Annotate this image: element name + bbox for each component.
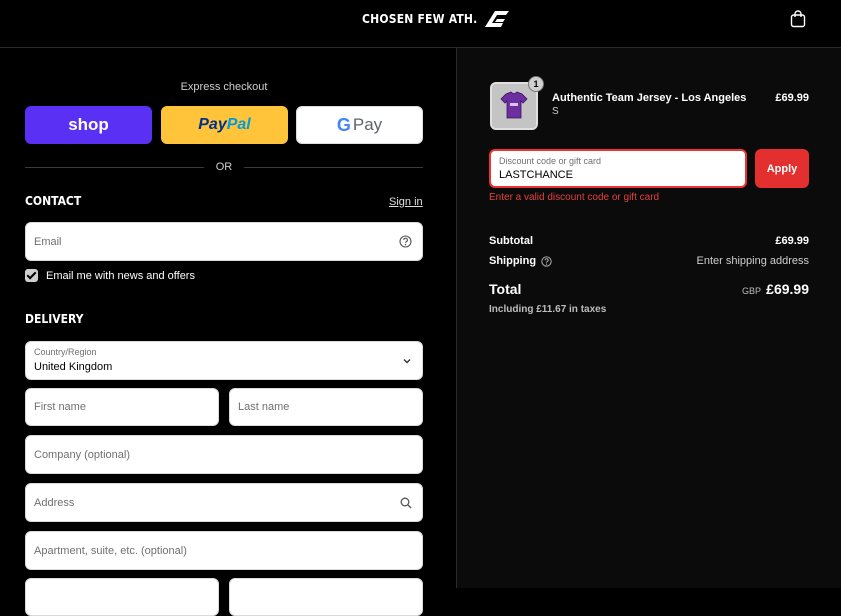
quantity-badge: 1: [528, 76, 544, 92]
shipping-value: Enter shipping address: [696, 255, 809, 267]
help-icon[interactable]: [541, 255, 552, 267]
chevron-down-icon: [403, 359, 411, 364]
city-field[interactable]: [25, 578, 219, 616]
tax-line: Including £11.67 in taxes: [489, 304, 607, 315]
paypal-button[interactable]: Pay Pal: [161, 106, 288, 144]
search-icon: [400, 497, 412, 509]
country-select[interactable]: Country/Region United Kingdom: [25, 341, 423, 380]
email-field[interactable]: Email: [25, 222, 423, 261]
express-checkout-label: Express checkout: [180, 81, 268, 93]
total-label: Total: [489, 281, 522, 297]
subtotal-value: £69.99: [775, 235, 809, 247]
contact-title: CONTACT: [25, 194, 82, 208]
country-value: United Kingdom: [34, 361, 113, 373]
product-variant: S: [552, 106, 559, 117]
first-name-field[interactable]: First name: [25, 388, 219, 426]
apartment-field[interactable]: Apartment, suite, etc. (optional): [25, 531, 423, 570]
divider-line: [25, 166, 204, 168]
company-placeholder: Company (optional): [34, 449, 130, 461]
last-name-field[interactable]: Last name: [229, 388, 423, 426]
address-field[interactable]: Address: [25, 483, 423, 522]
discount-code-field[interactable]: Discount code or gift card LASTCHANCE: [489, 149, 747, 188]
newsletter-checkbox[interactable]: [25, 269, 38, 282]
shopping-bag-icon[interactable]: [790, 10, 806, 28]
sign-in-link[interactable]: Sign in: [389, 196, 423, 208]
shop-pay-button[interactable]: shop: [25, 106, 152, 144]
discount-error: Enter a valid discount code or gift card: [489, 192, 660, 203]
or-divider: OR: [25, 160, 423, 174]
shipping-row-label: Shipping: [489, 255, 552, 267]
address-placeholder: Address: [34, 497, 75, 509]
paypal-label-part1: Pay: [198, 116, 227, 133]
first-name-placeholder: First name: [34, 401, 86, 413]
subtotal-label: Subtotal: [489, 235, 533, 247]
apply-button[interactable]: Apply: [755, 149, 809, 188]
or-text: OR: [215, 161, 233, 173]
discount-value: LASTCHANCE: [499, 169, 573, 181]
total-currency: GBP: [741, 286, 761, 296]
newsletter-label: Email me with news and offers: [46, 269, 195, 282]
brand-name: CHOSEN FEW ATH.: [362, 12, 478, 26]
order-summary: 1 Authentic Team Jersey - Los Angeles S …: [457, 48, 841, 588]
header: CHOSEN FEW ATH.: [0, 0, 841, 48]
apartment-placeholder: Apartment, suite, etc. (optional): [34, 545, 187, 557]
google-pay-button[interactable]: G Pay: [296, 106, 423, 144]
company-field[interactable]: Company (optional): [25, 435, 423, 474]
product-price: £69.99: [775, 92, 809, 104]
help-icon[interactable]: [399, 235, 412, 248]
delivery-title: DELIVERY: [25, 312, 84, 326]
email-placeholder: Email: [34, 236, 62, 248]
shop-pay-label: shop: [68, 115, 109, 134]
newsletter-option[interactable]: Email me with news and offers: [25, 269, 195, 282]
country-label: Country/Region: [34, 347, 97, 357]
google-g-icon: G: [336, 114, 351, 135]
divider-line: [244, 166, 423, 168]
total-value: £69.99: [766, 281, 809, 297]
google-pay-label: Pay: [352, 115, 383, 134]
discount-label: Discount code or gift card: [499, 156, 602, 166]
brand-mark-icon: [485, 11, 510, 27]
postcode-field[interactable]: [229, 578, 423, 616]
brand-logo[interactable]: CHOSEN FEW ATH.: [362, 9, 511, 29]
product-name: Authentic Team Jersey - Los Angeles: [552, 92, 747, 104]
paypal-label-part2: Pal: [226, 116, 251, 133]
checkout-form: Express checkout shop Pay Pal G Pay OR CON…: [0, 48, 456, 616]
jersey-icon: [492, 84, 536, 128]
last-name-placeholder: Last name: [238, 401, 290, 413]
shipping-label: Shipping: [489, 255, 537, 267]
